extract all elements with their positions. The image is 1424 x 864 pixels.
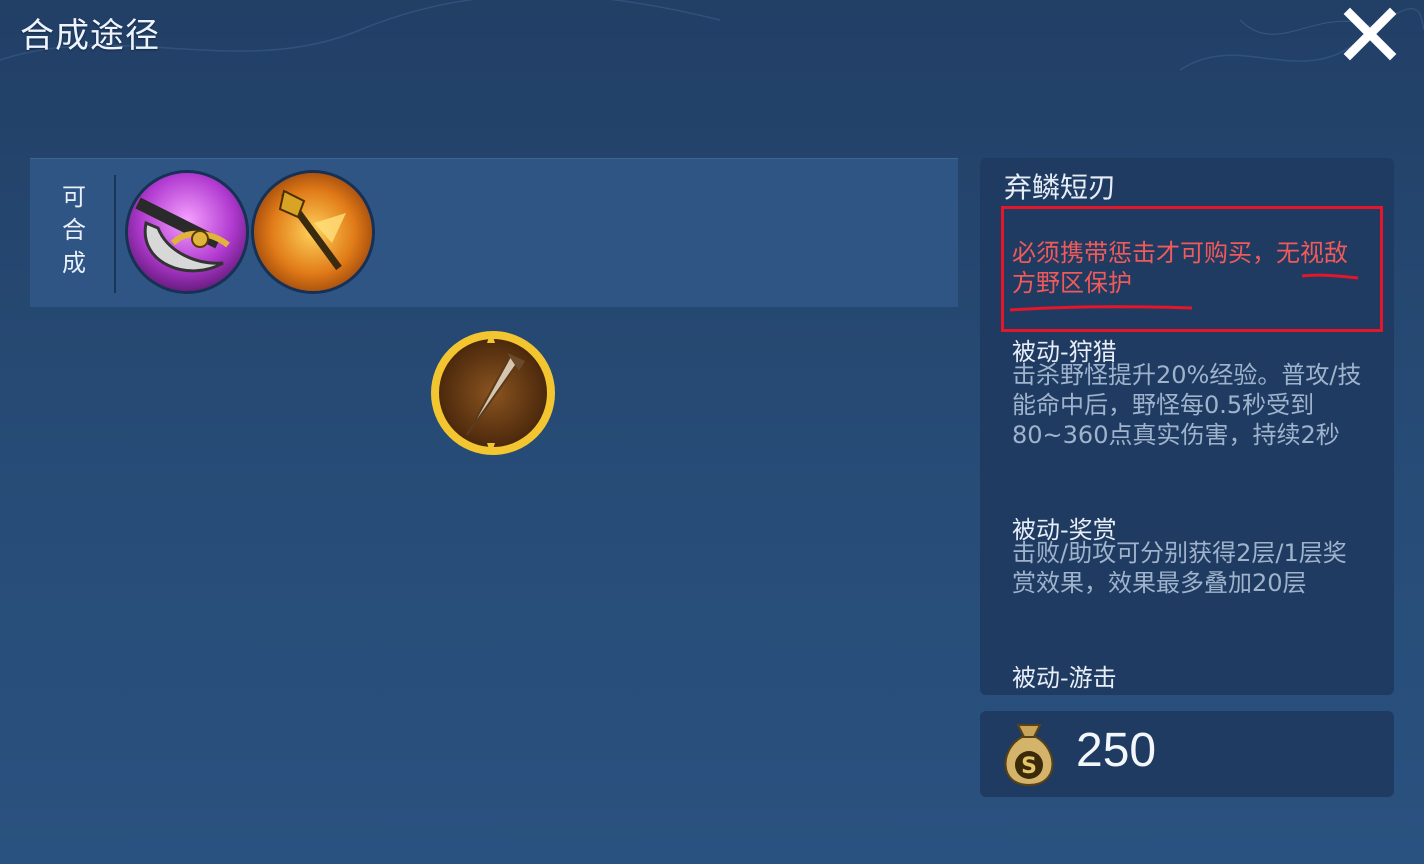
handwritten-underline bbox=[1009, 273, 1359, 312]
passive-desc: 击败/助攻可分别获得2层/1层奖赏效果，效果最多叠加20层 bbox=[1012, 539, 1347, 597]
passive-desc: 击杀野怪提升20%经验。普攻/技能命中后，野怪每0.5秒受到80~360点真实伤… bbox=[1012, 361, 1362, 449]
gold-bag-icon: S bbox=[996, 719, 1062, 789]
close-button[interactable] bbox=[1342, 6, 1398, 62]
passive-title: 被动-游击 bbox=[1012, 664, 1117, 692]
short-blade-icon[interactable] bbox=[427, 327, 559, 459]
recipe-panel: 可合成 bbox=[30, 158, 958, 307]
price-panel: S 250 bbox=[980, 711, 1394, 797]
axe-item-icon[interactable] bbox=[128, 173, 246, 291]
svg-text:S: S bbox=[1021, 754, 1037, 779]
page-title: 合成途径 bbox=[20, 16, 160, 56]
close-icon bbox=[1343, 7, 1397, 61]
flame-spear-item-icon[interactable] bbox=[254, 173, 372, 291]
divider bbox=[114, 175, 116, 293]
recipe-label: 可合成 bbox=[62, 183, 86, 277]
price-value: 250 bbox=[1076, 724, 1157, 777]
item-info-panel: 弃鳞短刃 必须携带惩击才可购买，无视敌方野区保护 被动-狩猎 击杀野怪提升20%… bbox=[980, 158, 1394, 695]
